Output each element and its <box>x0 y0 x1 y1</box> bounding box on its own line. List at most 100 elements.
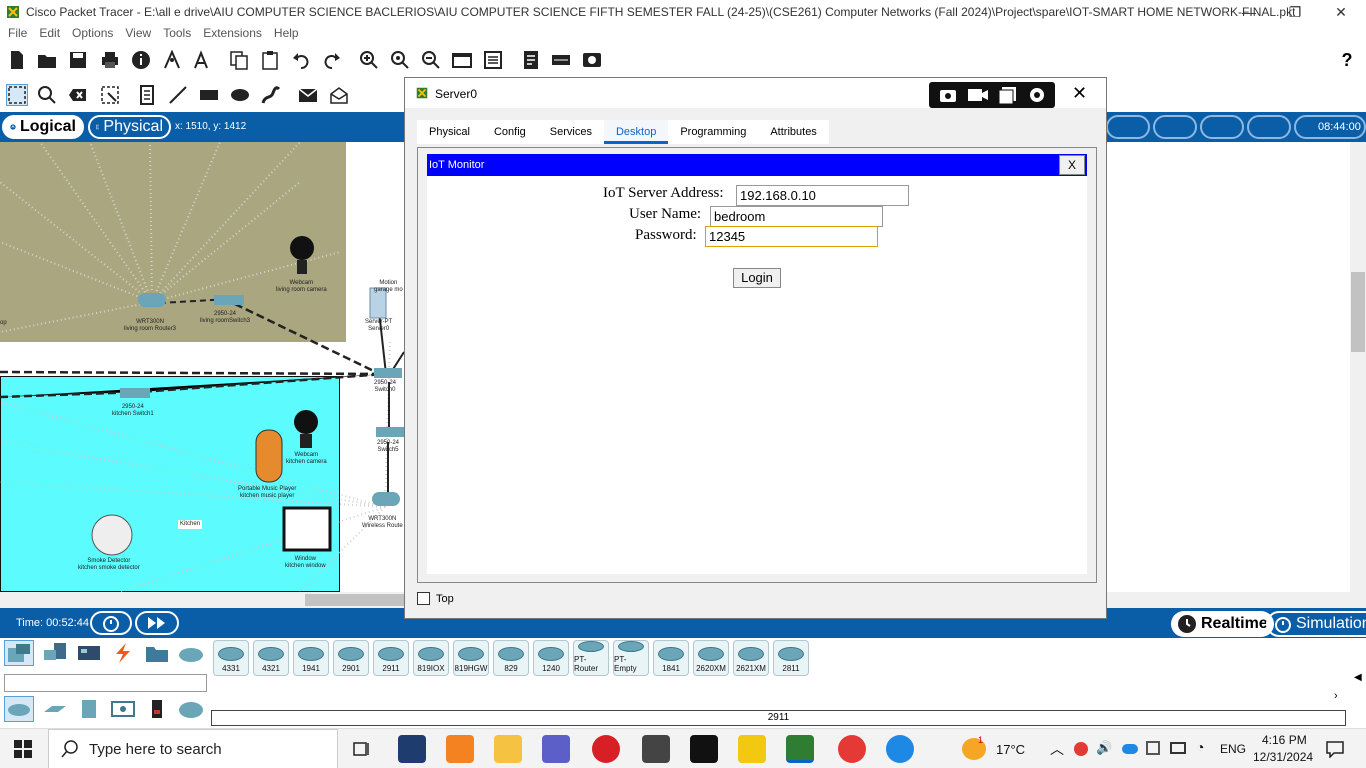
wireless-category-icon[interactable] <box>108 696 138 722</box>
screenshot-icon[interactable] <box>581 49 603 71</box>
device-dialog-icon[interactable] <box>550 49 572 71</box>
weather-temp[interactable]: 17°C <box>996 742 1025 757</box>
device-2911[interactable]: 2911 <box>373 640 409 676</box>
new-file-icon[interactable] <box>6 49 28 71</box>
minimize-button[interactable]: — <box>1226 0 1272 24</box>
tab-desktop[interactable]: Desktop <box>603 120 669 144</box>
hubs-category-icon[interactable] <box>74 696 104 722</box>
menu-tools[interactable]: Tools <box>163 26 191 40</box>
paste-icon[interactable] <box>259 49 281 71</box>
logical-view-button[interactable]: Logical <box>2 115 84 139</box>
add-pdu-icon[interactable] <box>297 84 319 106</box>
notification-icon[interactable] <box>1326 740 1344 758</box>
taskbar-time[interactable]: 4:16 PM <box>1262 733 1307 747</box>
custom-device-icon[interactable] <box>482 49 504 71</box>
print-icon[interactable] <box>99 49 121 71</box>
wifi-icon[interactable]: ◔ <box>1196 739 1204 755</box>
fast-forward-button[interactable] <box>135 611 179 635</box>
tab-programming[interactable]: Programming <box>668 120 758 144</box>
volume-icon[interactable]: 🔊 <box>1096 740 1112 756</box>
top-checkbox[interactable]: Top <box>417 592 454 605</box>
tray-expand-icon[interactable]: ︿ <box>1050 739 1064 759</box>
device-819iox[interactable]: 819IOX <box>413 640 449 676</box>
move-button[interactable] <box>1200 115 1244 139</box>
device-1841[interactable]: 1841 <box>653 640 689 676</box>
device-4331[interactable]: 4331 <box>213 640 249 676</box>
zoom-reset-icon[interactable] <box>389 49 411 71</box>
switches-category-icon[interactable] <box>40 696 70 722</box>
taskbar-search-box[interactable]: Type here to search <box>48 729 338 768</box>
close-window-button[interactable]: ✕ <box>1318 0 1364 24</box>
jetbrains-app-icon[interactable] <box>690 735 718 763</box>
device-4321[interactable]: 4321 <box>253 640 289 676</box>
zoom-in-icon[interactable] <box>358 49 380 71</box>
tab-attributes[interactable]: Attributes <box>758 120 828 144</box>
info-icon[interactable] <box>130 49 152 71</box>
palette-scroll-right-icon[interactable]: › <box>1334 690 1338 702</box>
device-2811[interactable]: 2811 <box>773 640 809 676</box>
server-address-input[interactable]: 192.168.0.10 <box>736 185 909 206</box>
password-input[interactable]: 12345 <box>705 226 878 247</box>
simulation-button[interactable]: Simulation <box>1266 611 1366 637</box>
device-search-input[interactable] <box>4 674 207 692</box>
network-tray-icon[interactable] <box>1146 741 1160 755</box>
window-icon[interactable] <box>451 49 473 71</box>
tray-chrome-icon[interactable] <box>1074 742 1088 756</box>
clock-pill[interactable]: 08:44:00 <box>1294 115 1366 139</box>
calculator-app-icon[interactable] <box>642 735 670 763</box>
task-view-icon[interactable] <box>348 735 376 763</box>
routers-category-icon[interactable] <box>4 696 34 722</box>
device-pt-router[interactable]: PT-Router <box>573 640 609 676</box>
device-2621xm[interactable]: 2621XM <box>733 640 769 676</box>
taskbar-date[interactable]: 12/31/2024 <box>1253 750 1313 764</box>
username-input[interactable]: bedroom <box>710 206 883 227</box>
device-829[interactable]: 829 <box>493 640 529 676</box>
menu-help[interactable]: Help <box>274 26 299 40</box>
cloud-button[interactable] <box>1153 115 1197 139</box>
packet-tracer-taskbar-icon[interactable] <box>786 735 814 763</box>
tab-services[interactable]: Services <box>538 120 604 144</box>
delete-icon[interactable] <box>67 84 89 106</box>
copy-icon[interactable] <box>228 49 250 71</box>
draw-ellipse-icon[interactable] <box>229 84 251 106</box>
note-icon[interactable] <box>136 84 158 106</box>
onedrive-icon[interactable] <box>1122 744 1138 754</box>
zoom-out-icon[interactable] <box>420 49 442 71</box>
video-icon[interactable] <box>967 86 989 104</box>
inspect-icon[interactable] <box>36 84 58 106</box>
save-icon[interactable] <box>67 49 89 71</box>
end-devices-icon[interactable] <box>40 640 70 666</box>
vertical-scrollbar[interactable] <box>1350 142 1366 592</box>
settings-gear-icon[interactable] <box>1027 85 1047 105</box>
screenshot-icon[interactable] <box>938 86 958 104</box>
notes-icon[interactable] <box>520 49 542 71</box>
recorder-app-icon[interactable] <box>592 735 620 763</box>
help-icon[interactable]: ? <box>1336 49 1358 71</box>
windows-icon[interactable] <box>998 86 1018 104</box>
dialog-close-button[interactable]: ✕ <box>1072 83 1087 104</box>
physical-view-button[interactable]: Physical <box>88 115 171 139</box>
xampp-app-icon[interactable] <box>446 735 474 763</box>
realtime-button[interactable]: Realtime <box>1171 611 1274 637</box>
snipping-app-icon[interactable] <box>398 735 426 763</box>
device-2901[interactable]: 2901 <box>333 640 369 676</box>
power-cycle-button[interactable] <box>90 611 132 635</box>
wan-emulation-category-icon[interactable] <box>176 696 206 722</box>
draw-rectangle-icon[interactable] <box>198 84 220 106</box>
multiuser-icon[interactable] <box>176 640 206 666</box>
device-pt-empty[interactable]: PT-Empty <box>613 640 649 676</box>
resize-icon[interactable] <box>99 84 121 106</box>
background-image-button[interactable] <box>1247 115 1291 139</box>
teams-app-icon[interactable] <box>542 735 570 763</box>
restore-button[interactable]: ❐ <box>1272 0 1318 24</box>
menu-file[interactable]: File <box>8 26 27 40</box>
edge-app-icon[interactable] <box>886 735 914 763</box>
windows-start-icon[interactable] <box>14 740 32 758</box>
draw-line-icon[interactable] <box>167 84 189 106</box>
horizontal-scroll-thumb[interactable] <box>305 594 415 606</box>
misc-icon[interactable] <box>142 640 172 666</box>
network-devices-icon[interactable] <box>4 640 34 666</box>
open-folder-icon[interactable] <box>36 49 58 71</box>
powerbi-app-icon[interactable] <box>738 735 766 763</box>
network-info-icon[interactable] <box>161 49 183 71</box>
